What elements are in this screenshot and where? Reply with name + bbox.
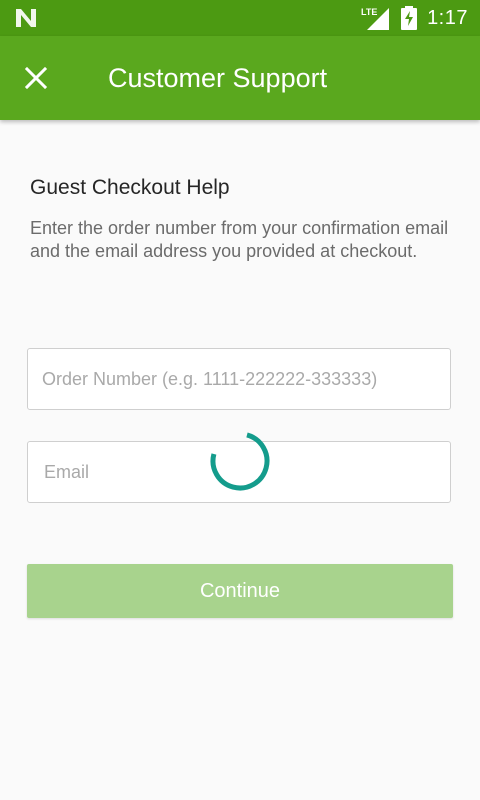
lte-signal-icon: LTE (361, 7, 390, 30)
svg-text:LTE: LTE (361, 7, 377, 17)
app-bar: Customer Support (0, 36, 480, 120)
close-icon (25, 67, 47, 89)
close-button[interactable] (16, 58, 56, 98)
page-title: Customer Support (108, 63, 328, 93)
continue-button[interactable]: Continue (27, 564, 453, 618)
section-description: Enter the order number from your confirm… (30, 218, 449, 261)
order-number-input[interactable] (28, 349, 450, 409)
status-bar: LTE 1:17 (0, 0, 480, 36)
battery-charging-icon (401, 6, 418, 30)
order-number-field (27, 348, 451, 410)
n-notification-icon (16, 9, 36, 27)
guest-checkout-form: Guest Checkout Help Enter the order numb… (0, 120, 480, 800)
section-heading: Guest Checkout Help (30, 176, 230, 199)
progress-spinner-icon (210, 431, 270, 491)
status-icons: LTE 1:17 (361, 0, 468, 36)
status-time: 1:17 (427, 6, 468, 29)
